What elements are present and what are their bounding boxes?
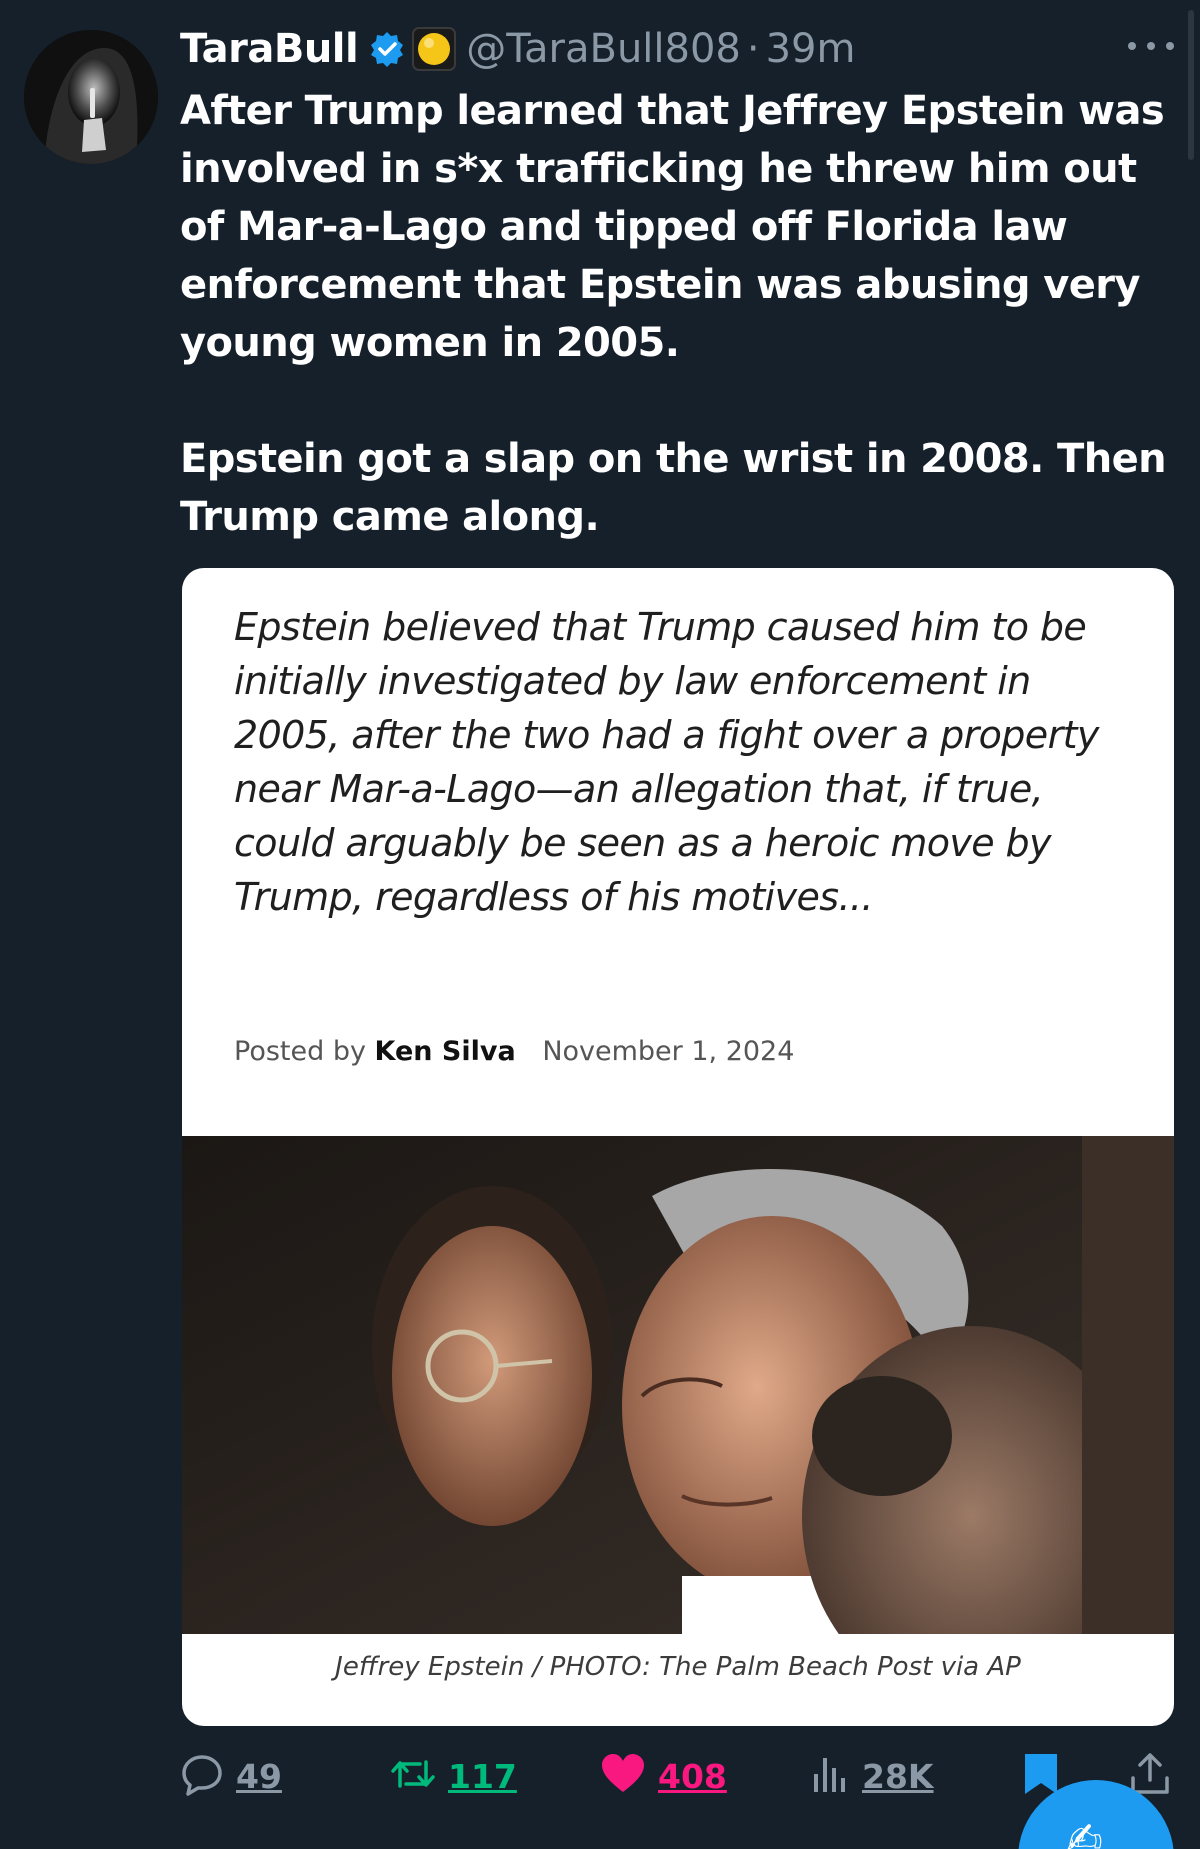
verified-badge-icon[interactable]: [368, 30, 406, 68]
like-count: 408: [658, 1756, 727, 1796]
reply-button[interactable]: 49: [180, 1746, 282, 1806]
posted-by-label: Posted by: [234, 1036, 366, 1067]
tweet-header: TaraBull @TaraBull808 · 39m: [180, 20, 855, 78]
more-dot: [1147, 42, 1155, 50]
article-author: Ken Silva: [374, 1036, 516, 1067]
views-button[interactable]: 28K: [810, 1746, 934, 1806]
tweet-text: After Trump learned that Jeffrey Epstein…: [180, 88, 1167, 540]
like-icon: [600, 1752, 646, 1800]
compose-icon: ✍: [1066, 1814, 1103, 1849]
action-bar: 49 117 408 28K: [180, 1746, 1180, 1806]
news-photo: [182, 1136, 1174, 1634]
views-count: 28K: [862, 1756, 934, 1796]
views-icon: [810, 1752, 850, 1800]
user-handle[interactable]: @TaraBull808: [466, 26, 741, 72]
separator-dot: ·: [746, 26, 760, 72]
reply-count: 49: [236, 1756, 282, 1796]
scrollbar[interactable]: [1188, 10, 1194, 160]
yellow-circle-emoji-icon: [412, 27, 457, 71]
timestamp[interactable]: 39m: [766, 26, 856, 72]
display-name[interactable]: TaraBull: [180, 26, 359, 72]
retweet-count: 117: [448, 1756, 517, 1796]
article-quote: Epstein believed that Trump caused him t…: [234, 605, 1111, 919]
reply-icon: [180, 1752, 224, 1800]
quoted-image-card[interactable]: Epstein believed that Trump caused him t…: [182, 568, 1174, 1726]
photo-caption: Jeffrey Epstein / PHOTO: The Palm Beach …: [335, 1652, 1021, 1682]
article-date: November 1, 2024: [542, 1036, 795, 1067]
retweet-button[interactable]: 117: [390, 1746, 517, 1806]
article-byline: Posted by Ken Silva November 1, 2024: [234, 1036, 794, 1067]
more-dot: [1128, 42, 1136, 50]
retweet-icon: [390, 1752, 436, 1800]
avatar[interactable]: [24, 30, 158, 164]
more-dot: [1166, 42, 1174, 50]
more-options-icon[interactable]: [1128, 36, 1174, 56]
like-button[interactable]: 408: [600, 1746, 727, 1806]
